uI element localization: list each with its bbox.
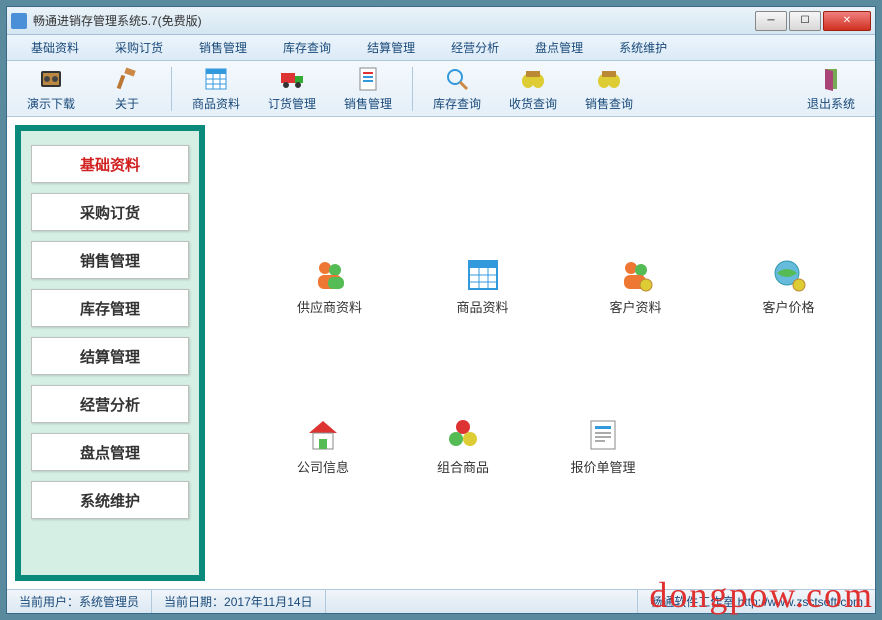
menu-sales[interactable]: 销售管理 [181,35,265,60]
window-controls: ─ ☐ ✕ [755,11,871,31]
titlebar: 畅通进销存管理系统5.7(免费版) ─ ☐ ✕ [7,7,875,35]
menu-stocktake[interactable]: 盘点管理 [517,35,601,60]
toolbar-about[interactable]: 关于 [91,64,163,114]
statusbar: 当前用户： 系统管理员 当前日期： 2017年11月14日 畅通软件工作室 ht… [7,589,875,613]
toolbar-products[interactable]: 商品资料 [180,64,252,114]
status-user: 当前用户： 系统管理员 [7,590,152,613]
sidebar-item-analysis[interactable]: 经营分析 [31,385,189,423]
people-gear-icon [618,257,654,293]
search-icon [443,65,471,93]
status-vendor: 畅通软件工作室 http://www.zsctsoft.com [638,590,875,613]
people-icon [312,257,348,293]
close-button[interactable]: ✕ [823,11,871,31]
sidebar-item-stocktake[interactable]: 盘点管理 [31,433,189,471]
toolbar-separator [171,67,172,111]
toolbar-demo[interactable]: 演示下载 [15,64,87,114]
cell-products[interactable]: 商品资料 [413,257,553,316]
cell-combo-products[interactable]: 组合商品 [393,417,533,476]
sidebar-item-settlement[interactable]: 结算管理 [31,337,189,375]
status-date: 当前日期： 2017年11月14日 [152,590,326,613]
toolbar-separator [412,67,413,111]
cell-quotation[interactable]: 报价单管理 [533,417,673,476]
maximize-button[interactable]: ☐ [789,11,821,31]
grid-icon [465,257,501,293]
toolbar-exit[interactable]: 退出系统 [795,64,867,114]
cell-customers[interactable]: 客户资料 [566,257,706,316]
sheet-icon [585,417,621,453]
toolbar-receive-query[interactable]: 收货查询 [497,64,569,114]
toolbar-sales-query[interactable]: 销售查询 [573,64,645,114]
sidebar-item-system[interactable]: 系统维护 [31,481,189,519]
door-icon [817,65,845,93]
cell-company[interactable]: 公司信息 [253,417,393,476]
film-icon [37,65,65,93]
binoc-icon [519,65,547,93]
sidebar: 基础资料 采购订货 销售管理 库存管理 结算管理 经营分析 盘点管理 系统维护 [15,125,205,581]
icon-row-1: 供应商资料 商品资料 客户资料 客户价格 [253,257,865,316]
sidebar-item-inventory[interactable]: 库存管理 [31,289,189,327]
house-icon [305,417,341,453]
toolbar: 演示下载 关于 商品资料 订货管理 销售管理 库存查询 收货查询 [7,61,875,117]
binoc-icon [595,65,623,93]
toolbar-inventory-query[interactable]: 库存查询 [421,64,493,114]
grid-icon [202,65,230,93]
toolbar-sales[interactable]: 销售管理 [332,64,404,114]
sidebar-item-basedata[interactable]: 基础资料 [31,145,189,183]
hammer-icon [113,65,141,93]
toolbar-order[interactable]: 订货管理 [256,64,328,114]
window-title: 畅通进销存管理系统5.7(免费版) [33,12,755,29]
menu-analysis[interactable]: 经营分析 [433,35,517,60]
minimize-button[interactable]: ─ [755,11,787,31]
menu-purchase[interactable]: 采购订货 [97,35,181,60]
cell-customer-price[interactable]: 客户价格 [719,257,859,316]
doc-icon [354,65,382,93]
cell-supplier[interactable]: 供应商资料 [260,257,400,316]
icon-row-2: 公司信息 组合商品 报价单管理 [253,417,865,476]
app-icon [11,13,27,29]
content-area: 基础资料 采购订货 销售管理 库存管理 结算管理 经营分析 盘点管理 系统维护 … [7,117,875,589]
globe-gear-icon [771,257,807,293]
menu-inventory[interactable]: 库存查询 [265,35,349,60]
menubar: 基础资料 采购订货 销售管理 库存查询 结算管理 经营分析 盘点管理 系统维护 [7,35,875,61]
menu-basedata[interactable]: 基础资料 [13,35,97,60]
main-panel: 供应商资料 商品资料 客户资料 客户价格 公司信息 [213,117,875,589]
app-window: 畅通进销存管理系统5.7(免费版) ─ ☐ ✕ 基础资料 采购订货 销售管理 库… [6,6,876,614]
sidebar-item-purchase[interactable]: 采购订货 [31,193,189,231]
balls-icon [445,417,481,453]
menu-settlement[interactable]: 结算管理 [349,35,433,60]
truck-icon [278,65,306,93]
sidebar-item-sales[interactable]: 销售管理 [31,241,189,279]
menu-system[interactable]: 系统维护 [601,35,685,60]
